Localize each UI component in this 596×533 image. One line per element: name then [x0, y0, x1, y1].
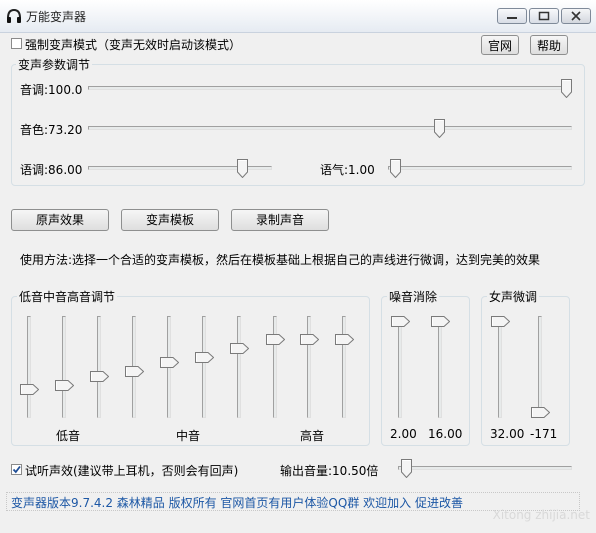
close-icon: [571, 11, 581, 21]
record-button[interactable]: 录制声音: [231, 209, 329, 231]
female-slider-track-2[interactable]: [538, 316, 542, 418]
eq-group-title: 低音中音高音调节: [17, 288, 118, 305]
eq-band-thumb-10[interactable]: [335, 334, 354, 345]
official-site-button[interactable]: 官网: [481, 35, 519, 55]
eq-band-thumb-1[interactable]: [20, 384, 39, 395]
noise-value-1: 2.00: [390, 427, 417, 441]
timbre-slider-thumb[interactable]: [434, 119, 445, 138]
pitch-slider-thumb[interactable]: [561, 79, 572, 98]
eq-band-thumb-7[interactable]: [230, 343, 249, 354]
footer-text: 变声器版本9.7.4.2 森林精品 版权所有 官网首页有用户体验QQ群 欢迎加入…: [11, 496, 463, 510]
minimize-icon: [507, 17, 517, 19]
volume-slider-thumb[interactable]: [401, 459, 412, 478]
tone-label: 语气:1.00: [320, 163, 375, 177]
noise-slider-thumb-1[interactable]: [391, 316, 410, 327]
female-slider-thumb-1[interactable]: [491, 316, 510, 327]
female-value-2: -171: [530, 427, 558, 441]
eq-mid-label: 中音: [176, 429, 201, 443]
pitch-label: 音调:100.0: [20, 83, 83, 97]
eq-band-thumb-8[interactable]: [266, 334, 285, 345]
eq-band-track-8[interactable]: [273, 316, 277, 418]
eq-band-thumb-2[interactable]: [55, 380, 74, 391]
volume-label: 输出音量:10.50倍: [280, 464, 379, 478]
close-button[interactable]: [561, 8, 591, 24]
maximize-button[interactable]: [529, 8, 559, 24]
eq-band-thumb-4[interactable]: [125, 366, 144, 377]
eq-band-track-9[interactable]: [307, 316, 311, 418]
preview-checkbox[interactable]: [11, 464, 22, 475]
eq-band-thumb-6[interactable]: [195, 352, 214, 363]
female-slider-track-1[interactable]: [498, 316, 502, 418]
volume-slider-track[interactable]: [398, 466, 572, 470]
force-mode-label: 强制变声模式（变声无效时启动该模式）: [25, 38, 242, 52]
eq-band-track-1[interactable]: [27, 316, 31, 418]
eq-band-track-3[interactable]: [97, 316, 101, 418]
original-voice-button[interactable]: 原声效果: [11, 209, 109, 231]
noise-slider-thumb-2[interactable]: [431, 316, 450, 327]
female-value-1: 32.00: [490, 427, 525, 441]
watermark: Xitong zhijia.net: [492, 508, 590, 522]
noise-value-2: 16.00: [428, 427, 463, 441]
eq-band-thumb-3[interactable]: [90, 371, 109, 382]
maximize-icon: [538, 11, 550, 21]
minimize-button[interactable]: [497, 8, 527, 24]
tone-slider-thumb[interactable]: [390, 159, 401, 178]
eq-band-track-6[interactable]: [202, 316, 206, 418]
eq-band-track-7[interactable]: [237, 316, 241, 418]
speed-label: 语调:86.00: [20, 163, 83, 177]
headphones-icon: [7, 8, 21, 23]
timbre-slider-track[interactable]: [88, 126, 572, 130]
eq-band-track-2[interactable]: [62, 316, 66, 418]
pitch-slider-track[interactable]: [88, 86, 572, 90]
check-icon: [12, 465, 21, 474]
eq-low-label: 低音: [56, 429, 81, 443]
female-slider-thumb-2[interactable]: [531, 407, 550, 418]
preview-label: 试听声效(建议带上耳机，否则会有回声): [25, 464, 239, 478]
eq-high-label: 高音: [300, 429, 325, 443]
eq-band-thumb-9[interactable]: [300, 334, 319, 345]
eq-band-track-10[interactable]: [342, 316, 346, 418]
eq-band-thumb-5[interactable]: [160, 357, 179, 368]
window-title: 万能变声器: [26, 10, 87, 24]
noise-slider-track-1[interactable]: [398, 316, 402, 418]
noise-slider-track-2[interactable]: [438, 316, 442, 418]
force-mode-checkbox[interactable]: [11, 38, 22, 49]
tone-slider-track[interactable]: [388, 166, 572, 170]
female-group-title: 女声微调: [487, 288, 540, 305]
params-group-title: 变声参数调节: [16, 56, 93, 73]
voice-template-button[interactable]: 变声模板: [121, 209, 219, 231]
speed-slider-thumb[interactable]: [237, 159, 248, 178]
timbre-label: 音色:73.20: [20, 123, 83, 137]
help-button[interactable]: 帮助: [530, 35, 568, 55]
usage-text: 使用方法:选择一个合适的变声模板，然后在模板基础上根据自己的声线进行微调，达到完…: [20, 253, 541, 267]
noise-group-title: 噪音消除: [387, 288, 440, 305]
